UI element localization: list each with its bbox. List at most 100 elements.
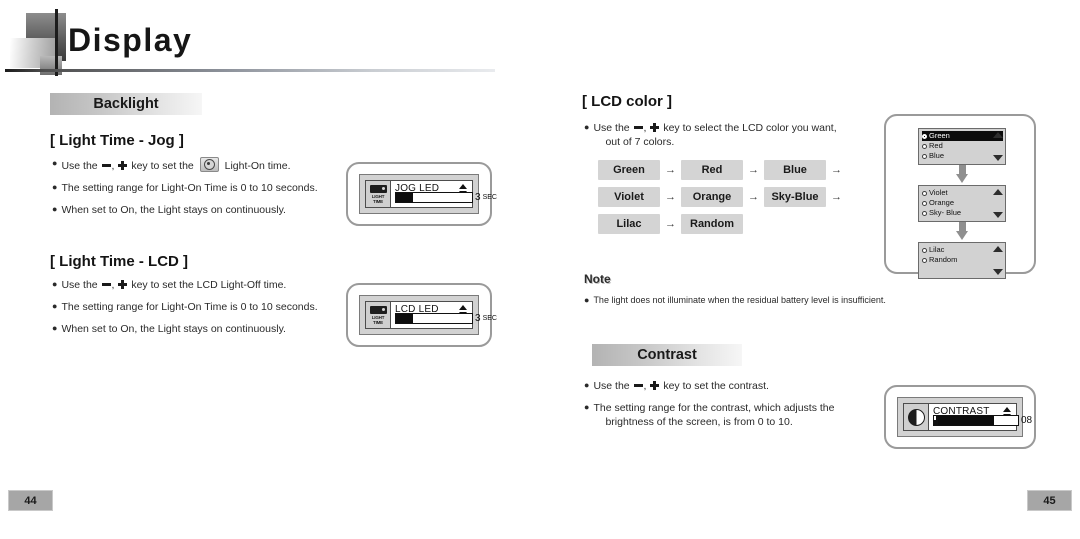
device-body-jog-led: JOG LED 3 SEC: [391, 180, 497, 208]
picker-scrollbar[interactable]: [993, 131, 1003, 162]
flow-arrow-icon: →: [665, 163, 676, 176]
color-picker-screen-3[interactable]: Lilac Random: [918, 242, 1006, 279]
device-mock-lcd-led: LIGHT TIME LCD LED 3 SEC: [346, 283, 497, 347]
bullet-list-contrast: ● Use the , key to set the contrast. ● T…: [584, 378, 835, 437]
bullet-dot-icon: ●: [584, 380, 590, 390]
gauge-value-jog-led: 3: [475, 192, 481, 203]
picker-option-sky-blue[interactable]: Sky- Blue: [922, 208, 1003, 218]
page-number-right: 45: [1027, 490, 1072, 511]
gauge-row-lcd-led: 3 SEC: [395, 313, 497, 324]
spinner-up-arrow[interactable]: [459, 184, 467, 189]
chip-row: Violet → Orange → Sky-Blue →: [598, 187, 847, 207]
list-item: ● The setting range for Light-On Time is…: [52, 299, 318, 314]
light-time-icon: LIGHT TIME: [365, 180, 391, 208]
color-chip-blue[interactable]: Blue: [764, 160, 826, 180]
radio-icon: [922, 210, 927, 216]
picker-option-violet[interactable]: Violet: [922, 188, 1003, 198]
scroll-up-arrow-icon[interactable]: [993, 189, 1003, 195]
scroll-up-arrow-icon[interactable]: [993, 132, 1003, 138]
bullet-list-lcd-color: ● Use the , key to select the LCD color …: [584, 120, 837, 156]
gauge-value-lcd-led: 3: [475, 313, 481, 324]
gauge-contrast: [937, 415, 1019, 426]
color-chip-lilac[interactable]: Lilac: [598, 214, 660, 234]
minus-key-icon: [101, 164, 111, 167]
plus-key-icon: [118, 280, 128, 289]
chip-row: Green → Red → Blue →: [598, 160, 847, 180]
device-body-lcd-led: LCD LED 3 SEC: [391, 301, 497, 329]
picker-option-random[interactable]: Random: [922, 255, 1003, 265]
bullet-list-light-time-lcd: ● Use the , key to set the LCD Light-Off…: [52, 277, 318, 344]
picker-scrollbar[interactable]: [993, 245, 1003, 276]
page-title: Display: [68, 22, 193, 58]
subheading-lcd-color: [ LCD color ]: [582, 93, 672, 110]
radio-icon: [922, 257, 927, 263]
bullet-dot-icon: ●: [584, 402, 590, 413]
section-bar-contrast: Contrast: [592, 344, 742, 366]
gauge-row-contrast: 08: [933, 415, 1032, 426]
spinner-up-arrow[interactable]: [459, 305, 467, 310]
scroll-up-arrow-icon[interactable]: [993, 246, 1003, 252]
picker-option-red[interactable]: Red: [922, 141, 1003, 151]
light-time-icon: LIGHT TIME: [365, 301, 391, 329]
bullet-dot-icon: ●: [52, 279, 58, 289]
list-item: ● The setting range for the contrast, wh…: [584, 400, 835, 429]
gauge-fill: [938, 416, 994, 425]
plus-key-icon: [650, 381, 660, 390]
bullet-text: The setting range for Light-On Time is 0…: [61, 301, 318, 314]
list-item: ● Use the , key to set the Light-On time…: [52, 157, 291, 172]
spinner-up-arrow[interactable]: [1003, 407, 1011, 412]
scroll-down-arrow-icon[interactable]: [993, 155, 1003, 161]
gauge-unit-lcd-led: SEC: [482, 315, 497, 322]
device-screen-lcd-led: LIGHT TIME LCD LED 3 SEC: [359, 295, 497, 335]
picker-option-blue[interactable]: Blue: [922, 151, 1003, 161]
minus-key-icon: [633, 126, 643, 129]
flow-arrow-icon: →: [665, 190, 676, 203]
list-item: ● Use the , key to set the LCD Light-Off…: [52, 279, 287, 291]
scroll-down-arrow-icon[interactable]: [993, 212, 1003, 218]
bullet-dot-icon: ●: [52, 301, 58, 312]
color-chip-sky-blue[interactable]: Sky-Blue: [764, 187, 826, 207]
color-picker-screen-1[interactable]: Green Red Blue: [918, 128, 1006, 165]
list-item: ● Use the , key to select the LCD color …: [584, 122, 837, 149]
picker-option-label: Sky- Blue: [929, 208, 962, 217]
bullet-dot-icon: ●: [52, 158, 58, 168]
color-chip-red[interactable]: Red: [681, 160, 743, 180]
bullet-text-pre: Use the: [61, 279, 98, 291]
picker-option-orange[interactable]: Orange: [922, 198, 1003, 208]
color-chip-random[interactable]: Random: [681, 214, 743, 234]
note-text: The light does not illuminate when the r…: [593, 295, 886, 305]
bullet-text: When set to On, the Light stays on conti…: [61, 323, 286, 336]
section-bar-backlight: Backlight: [50, 93, 202, 115]
bullet-text-mid: key to set the LCD Light-Off time.: [131, 279, 287, 291]
list-item: ● The light does not illuminate when the…: [584, 293, 886, 307]
color-picker-screen-2[interactable]: Violet Orange Sky- Blue: [918, 185, 1006, 222]
color-chip-green[interactable]: Green: [598, 160, 660, 180]
plus-key-icon: [118, 161, 128, 170]
gauge-lcd-led: [395, 313, 473, 324]
color-chip-orange[interactable]: Orange: [681, 187, 743, 207]
bullet-dot-icon: ●: [52, 204, 58, 215]
gauge-jog-led: [395, 192, 473, 203]
picker-scrollbar[interactable]: [993, 188, 1003, 219]
flow-down-arrow-icon: [956, 222, 969, 240]
light-time-icon-label-2: TIME: [373, 319, 383, 325]
flow-arrow-icon: →: [748, 163, 759, 176]
list-item: ● The setting range for Light-On Time is…: [52, 180, 318, 195]
radio-icon: [922, 200, 927, 206]
lamp-glyph-icon: [369, 305, 387, 314]
page-number-left: 44: [8, 490, 53, 511]
jog-dial-icon: [199, 157, 219, 172]
scroll-down-arrow-icon[interactable]: [993, 269, 1003, 275]
picker-option-lilac[interactable]: Lilac: [922, 245, 1003, 255]
radio-icon: [922, 247, 927, 253]
bullet-text-pre: Use the: [593, 122, 630, 134]
bullet-text-mid: key to select the LCD color you want,: [663, 122, 837, 134]
bullet-text-post: Light-On time.: [224, 160, 291, 172]
picker-option-green[interactable]: Green: [922, 131, 1003, 141]
plus-key-icon: [650, 123, 660, 132]
header-horizontal-rule: [5, 69, 495, 72]
color-chip-violet[interactable]: Violet: [598, 187, 660, 207]
minus-key-icon: [101, 283, 111, 286]
list-item: ● Use the , key to set the contrast.: [584, 380, 769, 392]
flow-arrow-icon: →: [665, 217, 676, 230]
